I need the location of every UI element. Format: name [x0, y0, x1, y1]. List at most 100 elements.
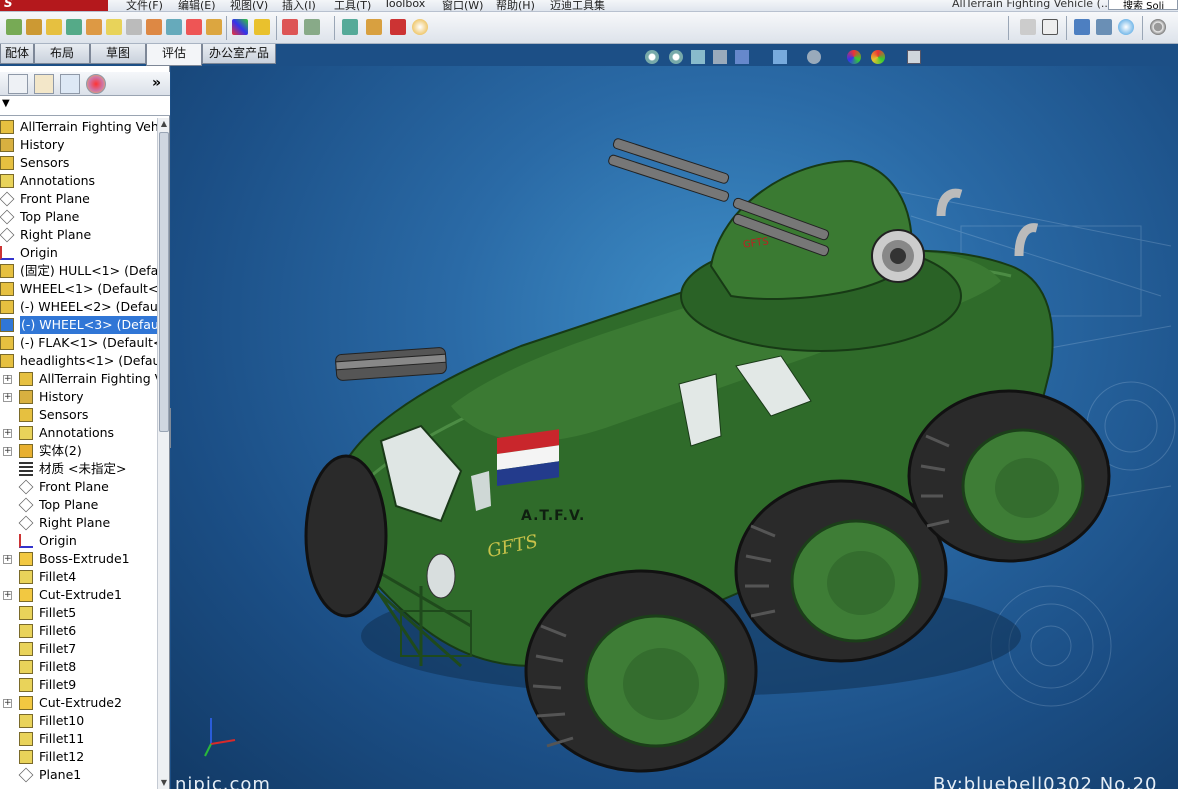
filter-dropdown-icon[interactable]: ▼ [2, 98, 10, 109]
tab-layout[interactable]: 布局 [34, 44, 90, 64]
menu-insert[interactable]: 插入(I) [282, 0, 316, 11]
configuration-manager-tab-icon[interactable] [60, 74, 80, 94]
graphics-viewport[interactable]: A.T.F.V. GFTS GFTS nipic.com By:bluebell… [171, 66, 1178, 789]
corner-icon[interactable] [1042, 19, 1058, 35]
tree-item[interactable]: Fillet12 [0, 748, 157, 766]
menu-maidi-tools[interactable]: 迈迪工具集 [550, 0, 605, 11]
expand-icon[interactable]: + [3, 375, 12, 384]
tree-item[interactable]: Annotations [0, 172, 157, 190]
expand-icon[interactable]: + [3, 393, 12, 402]
tree-item[interactable]: (-) WHEEL<2> (Default< [0, 298, 157, 316]
menu-tools[interactable]: 工具(T) [334, 0, 371, 11]
tree-item[interactable]: + Cut-Extrude1 [0, 586, 157, 604]
show-hidden-icon[interactable] [126, 19, 142, 35]
tree-item[interactable]: 材质 <未指定> [0, 460, 157, 478]
scroll-up-icon[interactable]: ▲ [159, 118, 169, 130]
property-manager-tab-icon[interactable] [34, 74, 54, 94]
tree-item[interactable]: Sensors [0, 154, 157, 172]
large-assembly-mode-icon[interactable] [412, 19, 428, 35]
insert-component-icon[interactable] [26, 19, 42, 35]
smart-fasteners-icon[interactable] [86, 19, 102, 35]
tree-item[interactable]: Fillet6 [0, 622, 157, 640]
menu-view[interactable]: 视图(V) [230, 0, 268, 11]
tree-item[interactable]: Fillet10 [0, 712, 157, 730]
instant3d-icon[interactable] [342, 19, 358, 35]
edit-appearance-icon[interactable] [847, 50, 861, 64]
tree-item[interactable]: + Cut-Extrude2 [0, 694, 157, 712]
menu-edit[interactable]: 编辑(E) [178, 0, 216, 11]
hide-show-items-icon[interactable] [807, 50, 821, 64]
tree-item[interactable]: + AllTerrain Fighting V [0, 370, 157, 388]
scroll-down-icon[interactable]: ▼ [159, 777, 169, 789]
tree-item[interactable]: Fillet5 [0, 604, 157, 622]
tree-item[interactable]: AllTerrain Fighting Vehicle [0, 118, 157, 136]
tree-item[interactable]: WHEEL<1> (Default<<D [0, 280, 157, 298]
explode-view-icon[interactable] [304, 19, 320, 35]
menu-file[interactable]: 文件(F) [126, 0, 163, 11]
new-component-icon[interactable] [6, 19, 22, 35]
feature-tree-tab-icon[interactable] [8, 74, 28, 94]
tree-item[interactable]: Top Plane [0, 208, 157, 226]
feature-tree-filter[interactable]: ▼ [0, 96, 170, 116]
interference-detection-icon[interactable] [282, 19, 298, 35]
view-orientation-icon[interactable] [735, 50, 749, 64]
display-style-icon[interactable] [773, 50, 787, 64]
menu-window[interactable]: 窗口(W) [442, 0, 483, 11]
tree-item[interactable]: + Boss-Extrude1 [0, 550, 157, 568]
expand-icon[interactable]: + [3, 699, 12, 708]
apply-scene-icon[interactable] [871, 50, 885, 64]
tree-item[interactable]: History [0, 136, 157, 154]
tab-evaluate[interactable]: 评估 [146, 44, 202, 66]
display-manager-tab-icon[interactable] [86, 74, 106, 94]
gear-icon[interactable] [1150, 19, 1166, 35]
tree-item[interactable]: Right Plane [0, 226, 157, 244]
tree-item[interactable]: (-) WHEEL<3> (Default< [0, 316, 157, 334]
tree-item[interactable]: Origin [0, 532, 157, 550]
scrollbar-thumb[interactable] [159, 132, 169, 432]
zoom-to-area-icon[interactable] [669, 50, 683, 64]
bill-of-materials-icon[interactable] [206, 19, 222, 35]
feature-tree-scrollbar[interactable]: ▲ ▼ [157, 118, 169, 789]
tree-item[interactable]: Front Plane [0, 190, 157, 208]
search-input[interactable]: 搜索 Soli [1108, 0, 1178, 10]
tree-item[interactable]: Fillet4 [0, 568, 157, 586]
tree-item[interactable]: headlights<1> (Default [0, 352, 157, 370]
tree-item[interactable]: Top Plane [0, 496, 157, 514]
tree-item[interactable]: Sensors [0, 406, 157, 424]
expand-icon[interactable]: + [3, 429, 12, 438]
tree-item[interactable]: Fillet8 [0, 658, 157, 676]
key-icon[interactable] [1020, 19, 1036, 35]
zoom-to-fit-icon[interactable] [645, 50, 659, 64]
chevron-right-icon[interactable]: » [152, 75, 161, 91]
tab-office-products[interactable]: 办公室产品 [202, 44, 276, 64]
update-speedpak-icon[interactable] [366, 19, 382, 35]
expand-icon[interactable]: + [3, 591, 12, 600]
menu-help[interactable]: 帮助(H) [496, 0, 535, 11]
tree-item[interactable]: Plane1 [0, 766, 157, 784]
tree-item[interactable]: Right Plane [0, 514, 157, 532]
tree-item[interactable]: Front Plane [0, 478, 157, 496]
appearance-icon[interactable] [232, 19, 248, 35]
previous-view-icon[interactable] [691, 50, 705, 64]
network-icon[interactable] [1096, 19, 1112, 35]
tree-item[interactable]: + Annotations [0, 424, 157, 442]
tab-assembly[interactable]: 配体 [0, 44, 34, 64]
tree-item[interactable]: Origin [0, 244, 157, 262]
expand-icon[interactable]: + [3, 555, 12, 564]
menu-toolbox[interactable]: Toolbox [384, 0, 425, 10]
tree-item[interactable]: Fillet11 [0, 730, 157, 748]
tree-item[interactable]: + History [0, 388, 157, 406]
tree-item[interactable]: Fillet9 [0, 676, 157, 694]
mate-icon[interactable] [46, 19, 62, 35]
view-settings-icon[interactable] [907, 50, 921, 64]
section-view-icon[interactable] [713, 50, 727, 64]
tree-item[interactable]: (-) FLAK<1> (Default<D [0, 334, 157, 352]
component-pattern-icon[interactable] [66, 19, 82, 35]
tree-item[interactable]: + 实体(2) [0, 442, 157, 460]
move-component-icon[interactable] [106, 19, 122, 35]
new-motion-study-icon[interactable] [186, 19, 202, 35]
warning-icon[interactable] [254, 19, 270, 35]
tree-item[interactable]: Fillet7 [0, 640, 157, 658]
globe-icon[interactable] [1118, 19, 1134, 35]
reference-geometry-icon[interactable] [166, 19, 182, 35]
